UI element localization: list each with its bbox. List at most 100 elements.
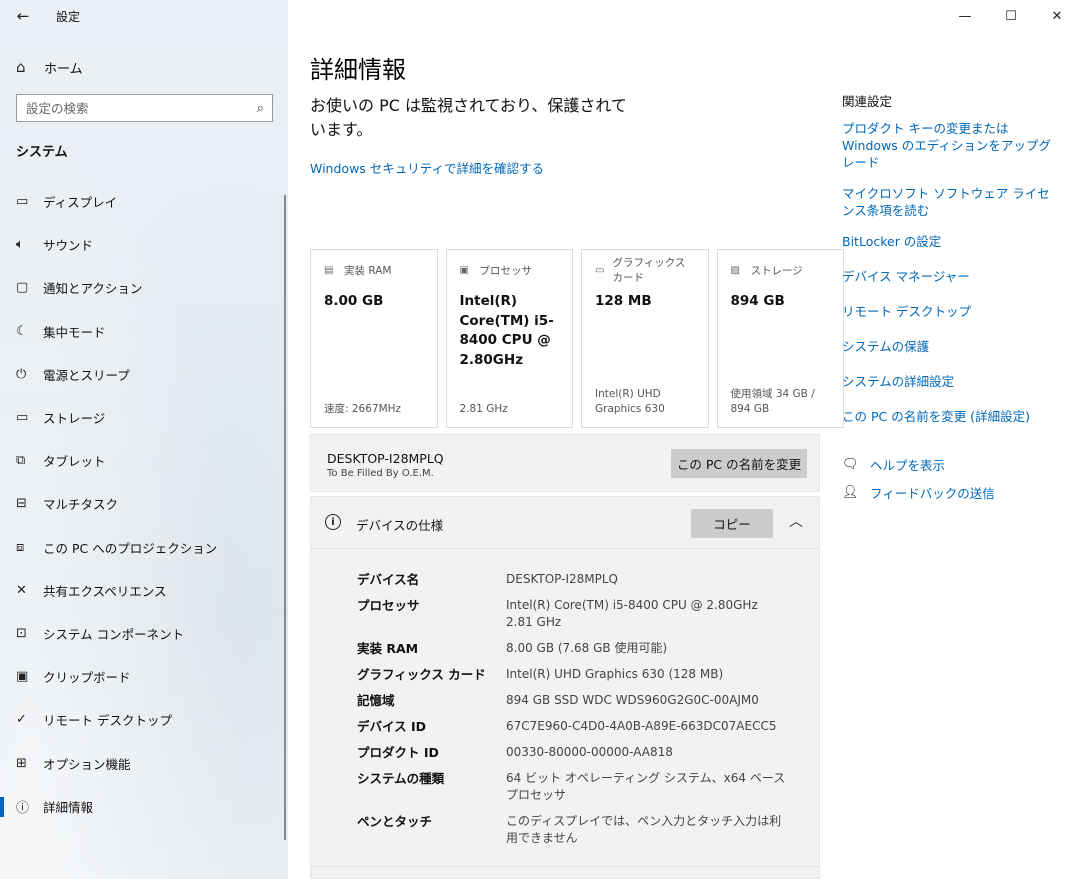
sidebar-item-home[interactable]: ⌂ ホーム xyxy=(0,50,288,84)
spec-row: システムの種類 64 ビット オペレーティング システム、x64 ベース プロセッ… xyxy=(357,770,797,804)
feedback-link[interactable]: 👤︎ フィードバックの送信 xyxy=(842,482,995,502)
pc-name-panel: DESKTOP-I28MPLQ To Be Filled By O.E.M. こ… xyxy=(310,434,820,492)
minimize-button[interactable]: — xyxy=(942,0,988,32)
windows-security-link[interactable]: Windows セキュリティで詳細を確認する xyxy=(310,158,544,177)
spec-key: 実装 RAM xyxy=(357,641,419,656)
sidebar-item-label: 通知とアクション xyxy=(43,281,143,297)
get-help-link[interactable]: 🗨︎ ヘルプを表示 xyxy=(842,454,995,474)
spec-value: 894 GB SSD WDC WDS960G2G0C-00AJM0 xyxy=(506,693,759,707)
related-link[interactable]: マイクロソフト ソフトウェア ライセンス条項を読む xyxy=(842,185,1057,219)
info-icon: i xyxy=(325,514,341,530)
card-header: ▤ 実装 RAM xyxy=(324,262,424,278)
help-chat-icon: 🗨︎ xyxy=(842,456,859,472)
sidebar-item-clipboard[interactable]: ▣ クリップボード xyxy=(0,655,288,698)
device-spec-list: デバイス名 DESKTOP-I28MPLQ プロセッサ Intel(R) Core(T… xyxy=(357,571,797,856)
spec-card-gpu: ▭ グラフィックス カード 128 MB Intel(R) UHD Graphics … xyxy=(581,249,709,428)
spec-card-cpu: ▣ プロセッサ Intel(R) Core(TM) i5-8400 CPU @ 2.… xyxy=(445,249,573,428)
home-icon: ⌂ xyxy=(16,58,26,76)
card-header: ▭ グラフィックス カード xyxy=(595,257,695,284)
spec-key: グラフィックス カード xyxy=(357,667,486,682)
card-header-label: グラフィックス カード xyxy=(612,257,686,284)
sidebar-item-moon[interactable]: ☾ 集中モード xyxy=(0,310,288,353)
title-bar: ← 設定 xyxy=(0,0,288,32)
device-spec-header[interactable]: i デバイスの仕様 コピー ︿ xyxy=(311,497,819,549)
spec-key: プロセッサ xyxy=(357,598,420,613)
spec-value: 00330-80000-00000-AA818 xyxy=(506,745,673,759)
related-link[interactable]: システムの詳細設定 xyxy=(842,373,1057,390)
copy-button[interactable]: コピー xyxy=(691,509,773,538)
sidebar-item-label: システム コンポーネント xyxy=(43,626,185,642)
sidebar-item-share[interactable]: ✕ 共有エクスペリエンス xyxy=(0,569,288,612)
settings-search-box[interactable]: ⌕ xyxy=(16,94,273,122)
settings-search-input[interactable] xyxy=(26,100,236,116)
disk-icon: ▨ xyxy=(730,264,740,276)
tablet-icon: ⧉ xyxy=(16,453,26,469)
related-link[interactable]: システムの保護 xyxy=(842,338,1057,355)
maximize-button[interactable]: ☐ xyxy=(988,0,1034,32)
chevron-up-icon[interactable]: ︿ xyxy=(789,511,803,531)
spec-row: プロダクト ID 00330-80000-00000-AA818 xyxy=(357,744,797,761)
monitor-icon: ▭ xyxy=(16,194,29,210)
sidebar-item-power[interactable]: ⏻ 電源とスリープ xyxy=(0,353,288,396)
card-value: 894 GB xyxy=(730,293,785,309)
spec-value: Intel(R) UHD Graphics 630 (128 MB) xyxy=(506,667,724,681)
components-icon: ⊡ xyxy=(16,625,27,641)
sidebar-item-label: 集中モード xyxy=(43,324,106,340)
search-icon[interactable]: ⌕ xyxy=(257,101,264,116)
projection-icon: ⧈ xyxy=(16,539,25,555)
sidebar-item-multitask[interactable]: ⊟ マルチタスク xyxy=(0,482,288,525)
sidebar-item-projection[interactable]: ⧈ この PC へのプロジェクション xyxy=(0,526,288,569)
sidebar-item-speaker[interactable]: 🔈︎ サウンド xyxy=(0,223,288,266)
sidebar-item-storage[interactable]: ▭ ストレージ xyxy=(0,396,288,439)
sidebar-item-label: タブレット xyxy=(43,454,106,470)
related-link[interactable]: BitLocker の設定 xyxy=(842,233,1057,250)
moon-icon: ☾ xyxy=(16,323,28,339)
related-link[interactable]: リモート デスクトップ xyxy=(842,303,1057,320)
sidebar-item-label: クリップボード xyxy=(43,670,131,686)
storage-icon: ▭ xyxy=(16,410,29,426)
sidebar-nav-list: ▭ ディスプレイ 🔈︎ サウンド ▢ 通知とアクション ☾ 集中モード ⏻ 電源とスリープ ▭ ストレ… xyxy=(0,180,288,828)
card-subtext: 使用領域 34 GB / 894 GB xyxy=(730,388,815,415)
spec-value: 8.00 GB (7.68 GB 使用可能) xyxy=(506,641,668,655)
related-link[interactable]: この PC の名前を変更 (詳細設定) xyxy=(842,408,1057,425)
maximize-icon: ☐ xyxy=(1005,8,1017,24)
back-arrow-icon: ← xyxy=(16,7,30,25)
spec-value: このディスプレイでは、ペン入力とタッチ入力は利用できません xyxy=(506,814,782,845)
card-header: ▣ プロセッサ xyxy=(460,262,560,278)
protection-status-text: お使いの PC は監視されており、保護されています。 xyxy=(310,96,627,139)
sidebar-item-label: 共有エクスペリエンス xyxy=(43,583,167,599)
sidebar-item-tablet[interactable]: ⧉ タブレット xyxy=(0,439,288,482)
sidebar-scrollbar[interactable] xyxy=(284,195,286,840)
rename-pc-button[interactable]: この PC の名前を変更 xyxy=(671,449,807,478)
sidebar-item-remote[interactable]: ✓ リモート デスクトップ xyxy=(0,698,288,741)
help-section: 🗨︎ ヘルプを表示 👤︎ フィードバックの送信 xyxy=(842,454,995,510)
related-link[interactable]: プロダクト キーの変更または Windows のエディションをアップグレード xyxy=(842,120,1057,171)
card-header: ▨ ストレージ xyxy=(731,262,831,278)
spec-card-disk: ▨ ストレージ 894 GB 使用領域 34 GB / 894 GB xyxy=(716,249,844,428)
spec-summary-cards: ▤ 実装 RAM 8.00 GB 速度: 2667MHz ▣ プロセッサ Intel(R) … xyxy=(310,249,844,428)
minimize-icon: — xyxy=(958,8,972,24)
related-link[interactable]: デバイス マネージャー xyxy=(842,268,1057,285)
sidebar-item-label: リモート デスクトップ xyxy=(43,713,172,729)
sidebar-item-monitor[interactable]: ▭ ディスプレイ xyxy=(0,180,288,223)
feedback-person-icon: 👤︎ xyxy=(842,484,859,500)
sidebar-item-info[interactable]: ⓘ 詳細情報 xyxy=(0,785,288,828)
card-subtext: 2.81 GHz xyxy=(459,403,508,415)
sidebar: ← 設定 ⌂ ホーム ⌕ システム ▭ ディスプレイ 🔈︎ サウンド ▢ 通知とアクション… xyxy=(0,0,288,879)
power-icon: ⏻ xyxy=(16,366,27,382)
device-spec-title: デバイスの仕様 xyxy=(356,518,444,533)
sidebar-item-label: ディスプレイ xyxy=(43,195,118,211)
message-icon: ▢ xyxy=(16,280,29,296)
close-button[interactable]: ✕ xyxy=(1034,0,1080,32)
sidebar-item-label: マルチタスク xyxy=(43,497,119,513)
card-subtext: Intel(R) UHD Graphics 630 xyxy=(595,388,665,415)
spec-key: デバイス ID xyxy=(357,719,427,734)
speaker-icon: 🔈︎ xyxy=(16,237,24,253)
clipboard-icon: ▣ xyxy=(16,669,29,685)
sidebar-item-features[interactable]: ⊞ オプション機能 xyxy=(0,741,288,784)
sidebar-item-components[interactable]: ⊡ システム コンポーネント xyxy=(0,612,288,655)
features-icon: ⊞ xyxy=(16,755,27,771)
back-button[interactable]: ← xyxy=(0,0,46,32)
related-links-list: プロダクト キーの変更または Windows のエディションをアップグレードマイ… xyxy=(842,120,1057,425)
sidebar-item-message[interactable]: ▢ 通知とアクション xyxy=(0,266,288,309)
